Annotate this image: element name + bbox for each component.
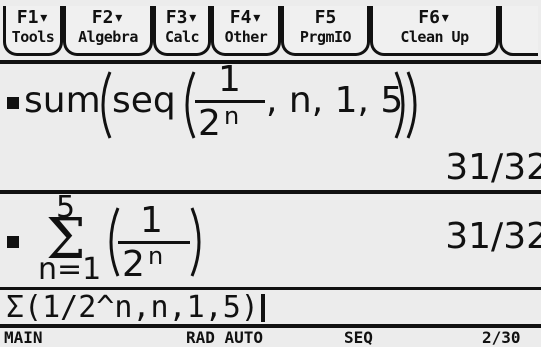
history-divider — [0, 190, 541, 194]
f6-key-label: F6▾ — [418, 7, 451, 28]
history-count: 2/30 — [482, 328, 521, 347]
history-bullet — [7, 97, 19, 109]
empty-toolbar-slot — [499, 6, 538, 56]
calculator-screen: F1▾ Tools F2▾ Algebra F3▾ Calc F4▾ Other… — [0, 0, 541, 347]
entry-line-text: Σ(1/2^n,n,1,5) — [6, 290, 259, 325]
f4-key-label: F4▾ — [229, 7, 263, 28]
fraction-numerator: 1 — [140, 200, 163, 241]
open-paren-inner — [185, 71, 196, 139]
f5-key-label: F5 — [314, 7, 337, 28]
other-menu-button[interactable]: F4▾ Other — [211, 6, 281, 56]
history-result-2: 31/32 — [445, 216, 541, 257]
close-paren — [190, 207, 201, 277]
fraction-denominator-base: 2 — [122, 244, 145, 285]
clean-up-label: Clean Up — [400, 28, 469, 46]
history-bullet — [7, 236, 19, 248]
seq-arguments: , n, 1, 5 — [266, 80, 404, 121]
fraction-numerator: 1 — [218, 59, 241, 100]
history-area: sum seq 1 2 n , n, 1, 5 31/32 5 Σ n=1 1 … — [0, 59, 541, 287]
current-folder: MAIN — [4, 328, 43, 347]
sum-lower-limit: n=1 — [38, 252, 102, 287]
history-result-1: 31/32 — [445, 147, 541, 188]
clean-up-menu-button[interactable]: F6▾ Clean Up — [370, 6, 499, 56]
f2-key-label: F2▾ — [91, 7, 125, 28]
fraction-denominator-exponent: n — [148, 242, 164, 270]
seq-function: seq — [112, 80, 176, 121]
close-parens — [394, 71, 417, 139]
sum-function: sum — [24, 80, 101, 121]
other-label: Other — [224, 28, 268, 46]
prgmio-menu-button[interactable]: F5 PrgmIO — [281, 6, 370, 56]
fraction-denominator-exponent: n — [224, 102, 240, 130]
calc-menu-button[interactable]: F3▾ Calc — [153, 6, 211, 56]
function-key-toolbar: F1▾ Tools F2▾ Algebra F3▾ Calc F4▾ Other… — [0, 0, 541, 60]
f3-key-label: F3▾ — [165, 7, 199, 28]
fraction-denominator-base: 2 — [198, 103, 221, 144]
tools-label: Tools — [11, 28, 55, 46]
entry-line-input[interactable]: Σ(1/2^n,n,1,5) — [6, 292, 265, 324]
calc-label: Calc — [164, 28, 200, 46]
status-bar: MAIN RAD AUTO SEQ 2/30 — [0, 328, 541, 347]
tools-menu-button[interactable]: F1▾ Tools — [3, 6, 63, 56]
prgmio-label: PrgmIO — [299, 28, 352, 46]
algebra-label: Algebra — [78, 28, 138, 46]
f1-key-label: F1▾ — [16, 7, 50, 28]
algebra-menu-button[interactable]: F2▾ Algebra — [63, 6, 153, 56]
text-cursor — [260, 294, 265, 322]
graph-mode: SEQ — [344, 328, 373, 347]
angle-and-mode: RAD AUTO — [186, 328, 264, 347]
